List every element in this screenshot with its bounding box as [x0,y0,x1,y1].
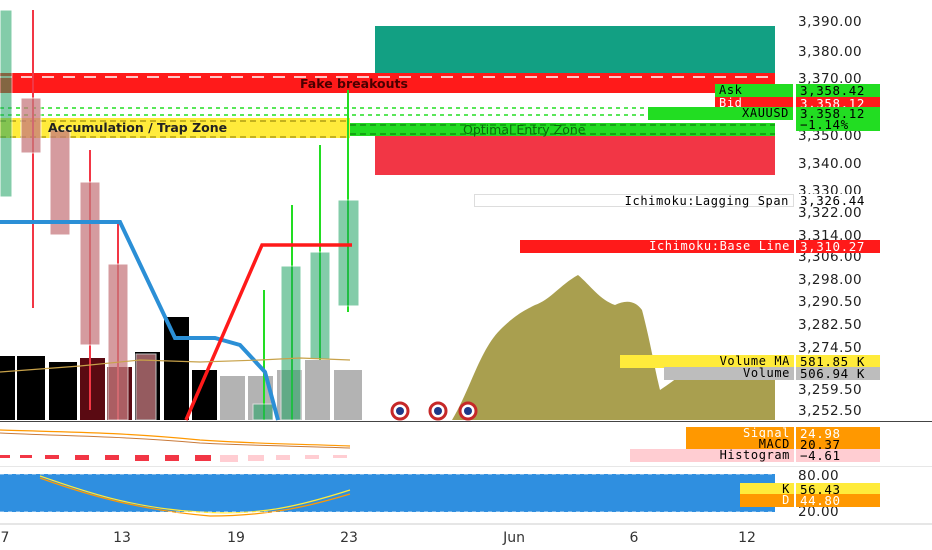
stochastic-pane [0,473,775,517]
chart-window: Fake breakouts Accumulation / Trap Zone … [0,0,932,550]
date-label: 19 [227,530,245,546]
ichimoku-cloud [452,275,775,420]
price-label: 3,380.00 [798,44,863,60]
date-label: 23 [340,530,358,546]
lagging-span-value: 3,326.44 [796,194,880,207]
fake-breakouts-label: Fake breakouts [300,76,408,91]
price-label: 3,290.50 [798,294,863,310]
date-label: 6 [629,530,639,546]
stoch-d-value: 44.80 [796,494,880,507]
optimal-entry-label: Optimal Entry Zone [463,122,586,137]
position-stop-zone[interactable] [375,135,775,175]
price-label: 3,252.50 [798,403,863,419]
accumulation-label: Accumulation / Trap Zone [48,120,228,135]
event-markers[interactable] [390,401,478,421]
histogram-value: −4.61 [796,449,880,462]
symbol-change-value: −1.14% [796,118,880,131]
lagging-span-label: Ichimoku:Lagging Span [474,194,794,208]
volume-value: 506.94 K [796,367,880,380]
volume-label: Volume [664,367,794,380]
date-label: Jun [503,530,525,546]
price-label: 3,259.50 [798,382,863,398]
price-label: 3,298.00 [798,272,863,288]
date-label: 13 [113,530,131,546]
position-target-zone[interactable] [375,26,775,78]
date-label: 12 [738,530,756,546]
price-label: 3,282.50 [798,317,863,333]
stoch-d-label: D [740,494,794,507]
histogram-label: Histogram [630,449,794,462]
date-label: 7 [0,530,10,546]
base-line-value: 3,310.27 [796,240,880,253]
price-label: 3,390.00 [798,14,863,30]
symbol-tag-label: XAUUSD [648,107,793,120]
price-label: 3,340.00 [798,156,863,172]
base-line-label: Ichimoku:Base Line [520,240,794,253]
price-chart[interactable] [0,0,932,550]
